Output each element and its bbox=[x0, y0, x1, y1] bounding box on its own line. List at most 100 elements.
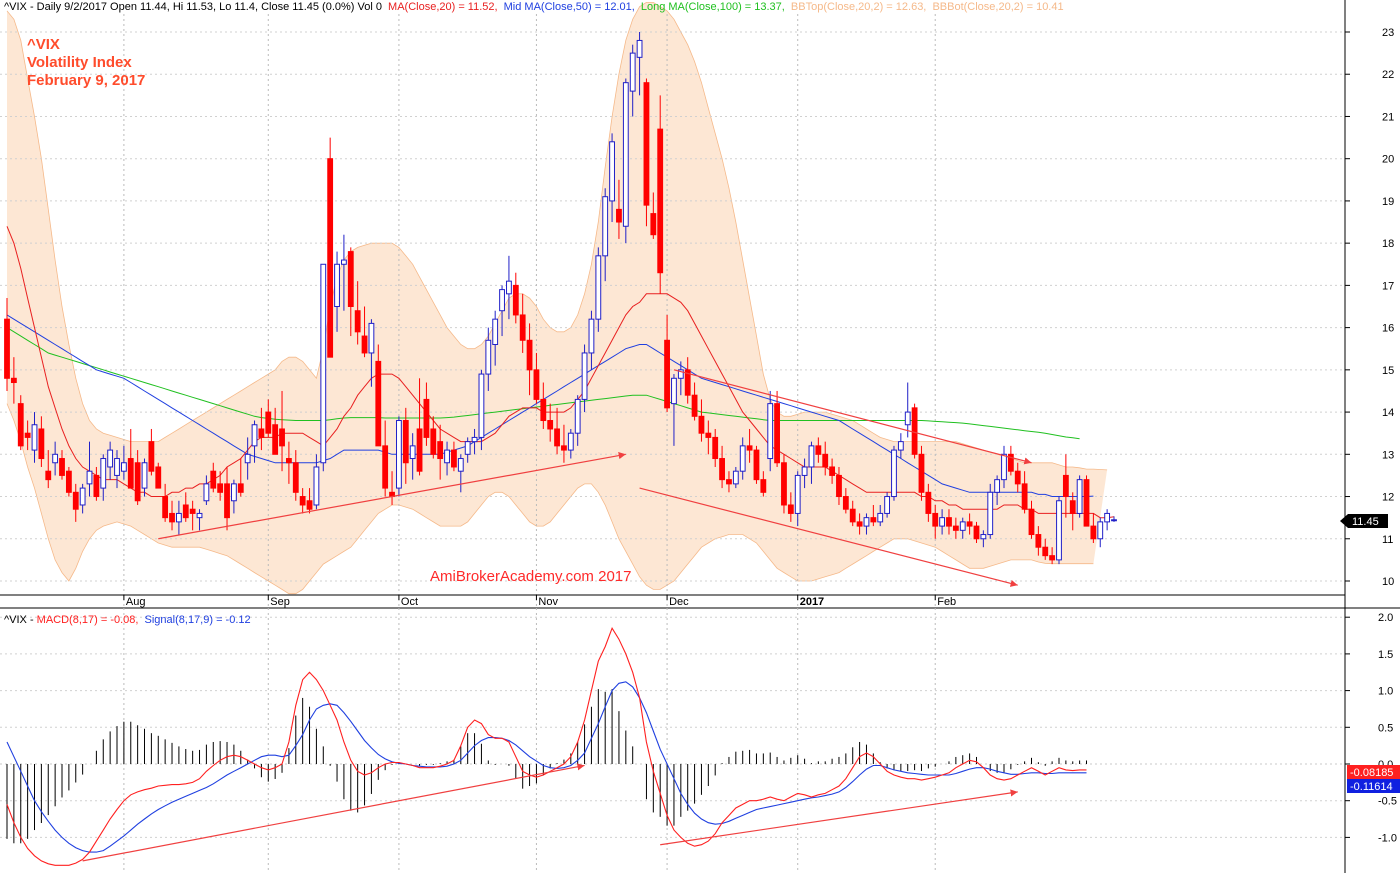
candle-body bbox=[4, 318, 10, 379]
candle-body bbox=[719, 458, 725, 481]
candle-body bbox=[451, 449, 457, 468]
candle-body bbox=[574, 398, 581, 434]
candle-body bbox=[1111, 519, 1117, 522]
candle-body bbox=[230, 483, 237, 502]
macd-y-tick-label: 0.5 bbox=[1378, 722, 1393, 734]
macd-y-tick-label: 1.5 bbox=[1378, 649, 1393, 661]
candle-body bbox=[1001, 453, 1007, 481]
macd-y-tick-label: 2.0 bbox=[1378, 612, 1393, 624]
macd-header-macd: MACD(8,17) = -0.08, bbox=[37, 614, 139, 626]
candle-body bbox=[416, 428, 423, 472]
candle bbox=[396, 416, 402, 497]
candle bbox=[1083, 475, 1090, 527]
candle-body bbox=[1014, 470, 1021, 485]
candle-body bbox=[897, 441, 904, 451]
candle-body bbox=[595, 255, 602, 320]
candle-body bbox=[134, 462, 141, 502]
candle-body bbox=[911, 407, 918, 455]
candle-body bbox=[891, 449, 897, 498]
macd-header-signal: Signal(8,17,9) = -0.12 bbox=[145, 614, 251, 626]
candle-body bbox=[1069, 500, 1076, 514]
candle-body bbox=[299, 496, 306, 506]
candle-body bbox=[169, 512, 175, 523]
candle bbox=[595, 247, 602, 332]
candle-body bbox=[175, 512, 182, 523]
candle-body bbox=[423, 398, 430, 438]
x-tick-label: 2017 bbox=[800, 596, 824, 608]
price-header-ma20: MA(Close,20) = 11.52, bbox=[388, 1, 498, 13]
candle-body bbox=[774, 403, 780, 464]
candle-body bbox=[10, 377, 17, 384]
price-y-tick-label: 20 bbox=[1382, 154, 1394, 166]
candle-body bbox=[1028, 508, 1035, 536]
candle-body bbox=[72, 491, 79, 510]
candle-body bbox=[547, 420, 554, 430]
candle-body bbox=[567, 432, 574, 451]
candle-body bbox=[629, 52, 636, 92]
candle-body bbox=[52, 453, 59, 464]
candle-body bbox=[870, 517, 877, 523]
candle-body bbox=[1062, 474, 1069, 498]
candle-body bbox=[506, 280, 512, 295]
candle-body bbox=[368, 322, 375, 354]
candle-body bbox=[265, 411, 272, 434]
last-price-tag: 11.45 bbox=[1340, 514, 1388, 528]
candle-body bbox=[409, 445, 416, 460]
candle-body bbox=[196, 512, 203, 519]
candle-body bbox=[643, 82, 650, 206]
candle-body bbox=[726, 479, 732, 485]
candle-body bbox=[499, 289, 505, 312]
macd-y-tick-label: 1.0 bbox=[1378, 686, 1393, 698]
candle-body bbox=[533, 369, 540, 400]
candle-body bbox=[705, 432, 712, 438]
candle bbox=[781, 454, 787, 514]
price-header-ma100: Long MA(Close,100) = 13.37, bbox=[641, 1, 785, 13]
candle bbox=[327, 137, 334, 358]
macd-last-tag: -0.08185 bbox=[1347, 765, 1400, 779]
candle-body bbox=[946, 517, 952, 527]
candle-body bbox=[959, 521, 966, 531]
candle-body bbox=[746, 445, 753, 451]
candle-body bbox=[334, 263, 340, 307]
signal-last-tag: -0.11614 bbox=[1347, 779, 1400, 793]
candle-body bbox=[382, 445, 389, 489]
candle-body bbox=[224, 483, 230, 519]
x-tick-label: Oct bbox=[401, 596, 418, 608]
candle-body bbox=[244, 453, 251, 464]
candle-body bbox=[127, 458, 134, 489]
x-tick-label: Aug bbox=[126, 596, 146, 608]
candle-body bbox=[650, 213, 657, 236]
candle-body bbox=[1049, 555, 1056, 561]
price-y-tick-label: 19 bbox=[1382, 196, 1394, 208]
candle-body bbox=[45, 470, 52, 481]
candle-body bbox=[1042, 546, 1049, 557]
chart-root: 10 11 12 13 14 15 16 17 18 19 20 21 22 23 Aug Sep Oct No… bbox=[0, 0, 1400, 873]
price-header: ^VIX - Daily 9/2/2017 Open 11.44, Hi 11.… bbox=[4, 1, 1064, 13]
candle-body bbox=[1056, 500, 1062, 561]
candle-body bbox=[17, 403, 24, 447]
signal-last-label: -0.11614 bbox=[1350, 781, 1393, 793]
candle-body bbox=[65, 470, 72, 493]
candle-body bbox=[457, 458, 464, 472]
candle-body bbox=[616, 208, 622, 223]
candle-body bbox=[286, 458, 292, 464]
candle-body bbox=[24, 432, 31, 438]
candle-body bbox=[753, 449, 760, 481]
candle-body bbox=[320, 263, 327, 464]
candle-body bbox=[155, 466, 162, 489]
candle-body bbox=[767, 403, 774, 460]
candle-body bbox=[217, 483, 224, 493]
candle bbox=[1076, 475, 1083, 518]
candle bbox=[643, 78, 650, 227]
candle-body bbox=[732, 470, 739, 485]
candle-body bbox=[279, 428, 285, 447]
price-y-tick-label: 12 bbox=[1382, 492, 1394, 504]
candle bbox=[918, 445, 925, 501]
candle-body bbox=[1104, 512, 1111, 523]
candle-body bbox=[437, 441, 444, 460]
candle-body bbox=[1097, 521, 1104, 540]
candle-body bbox=[602, 196, 609, 257]
price-header-symbol: ^VIX - Daily 9/2/2017 Open 11.44, Hi 11.… bbox=[4, 1, 382, 13]
candle-body bbox=[361, 335, 368, 354]
candle-body bbox=[512, 284, 519, 316]
